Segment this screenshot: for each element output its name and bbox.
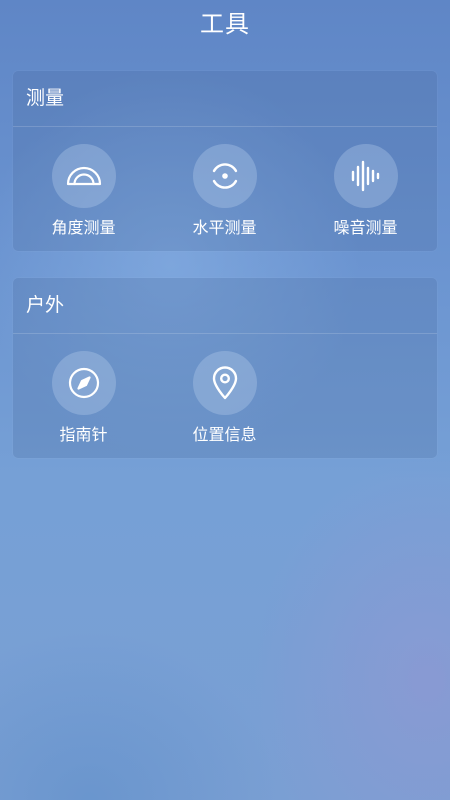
tool-label: 噪音测量 — [333, 218, 398, 237]
section-outdoor: 户外 指南针 位置信息 — [13, 278, 437, 458]
tool-grid: 角度测量 水平测量 噪音测量 — [13, 127, 437, 251]
tool-compass[interactable]: 指南针 — [13, 351, 154, 451]
tool-label: 水平测量 — [192, 218, 257, 237]
section-title: 测量 — [13, 71, 437, 127]
sound-wave-icon — [333, 144, 398, 208]
page-title: 工具 — [200, 10, 250, 38]
tool-label: 位置信息 — [192, 425, 257, 444]
tool-label: 角度测量 — [51, 218, 116, 237]
tool-label: 指南针 — [59, 425, 108, 444]
tool-noise-measure[interactable]: 噪音测量 — [295, 144, 436, 244]
tool-level-measure[interactable]: 水平测量 — [154, 144, 295, 244]
location-pin-icon — [192, 351, 257, 415]
tool-angle-measure[interactable]: 角度测量 — [13, 144, 154, 244]
tool-location-info[interactable]: 位置信息 — [154, 351, 295, 451]
level-icon — [192, 144, 257, 208]
section-title: 户外 — [13, 278, 437, 334]
protractor-icon — [51, 144, 116, 208]
compass-icon — [51, 351, 116, 415]
section-measure: 测量 角度测量 水平测量 噪音测量 — [13, 71, 437, 251]
tool-grid: 指南针 位置信息 — [13, 334, 437, 458]
